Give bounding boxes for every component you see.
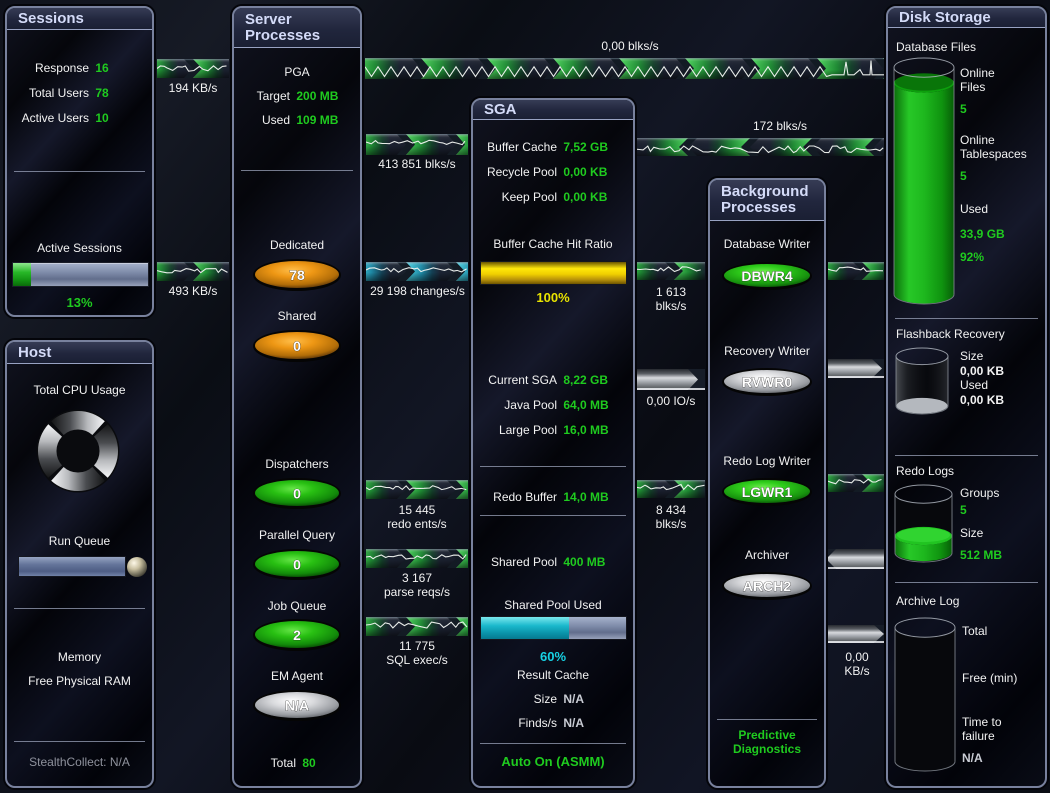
svg-text:LGWR1: LGWR1 <box>742 484 793 500</box>
svg-text:0: 0 <box>293 486 301 502</box>
svg-text:78: 78 <box>289 267 305 283</box>
svg-text:DBWR4: DBWR4 <box>741 268 793 284</box>
svg-text:ARCH2: ARCH2 <box>743 578 791 594</box>
svg-text:N/A: N/A <box>285 698 309 714</box>
svg-text:0: 0 <box>293 338 301 354</box>
svg-text:RVWR0: RVWR0 <box>742 374 793 390</box>
svg-text:2: 2 <box>293 627 301 643</box>
svg-text:0: 0 <box>293 557 301 573</box>
